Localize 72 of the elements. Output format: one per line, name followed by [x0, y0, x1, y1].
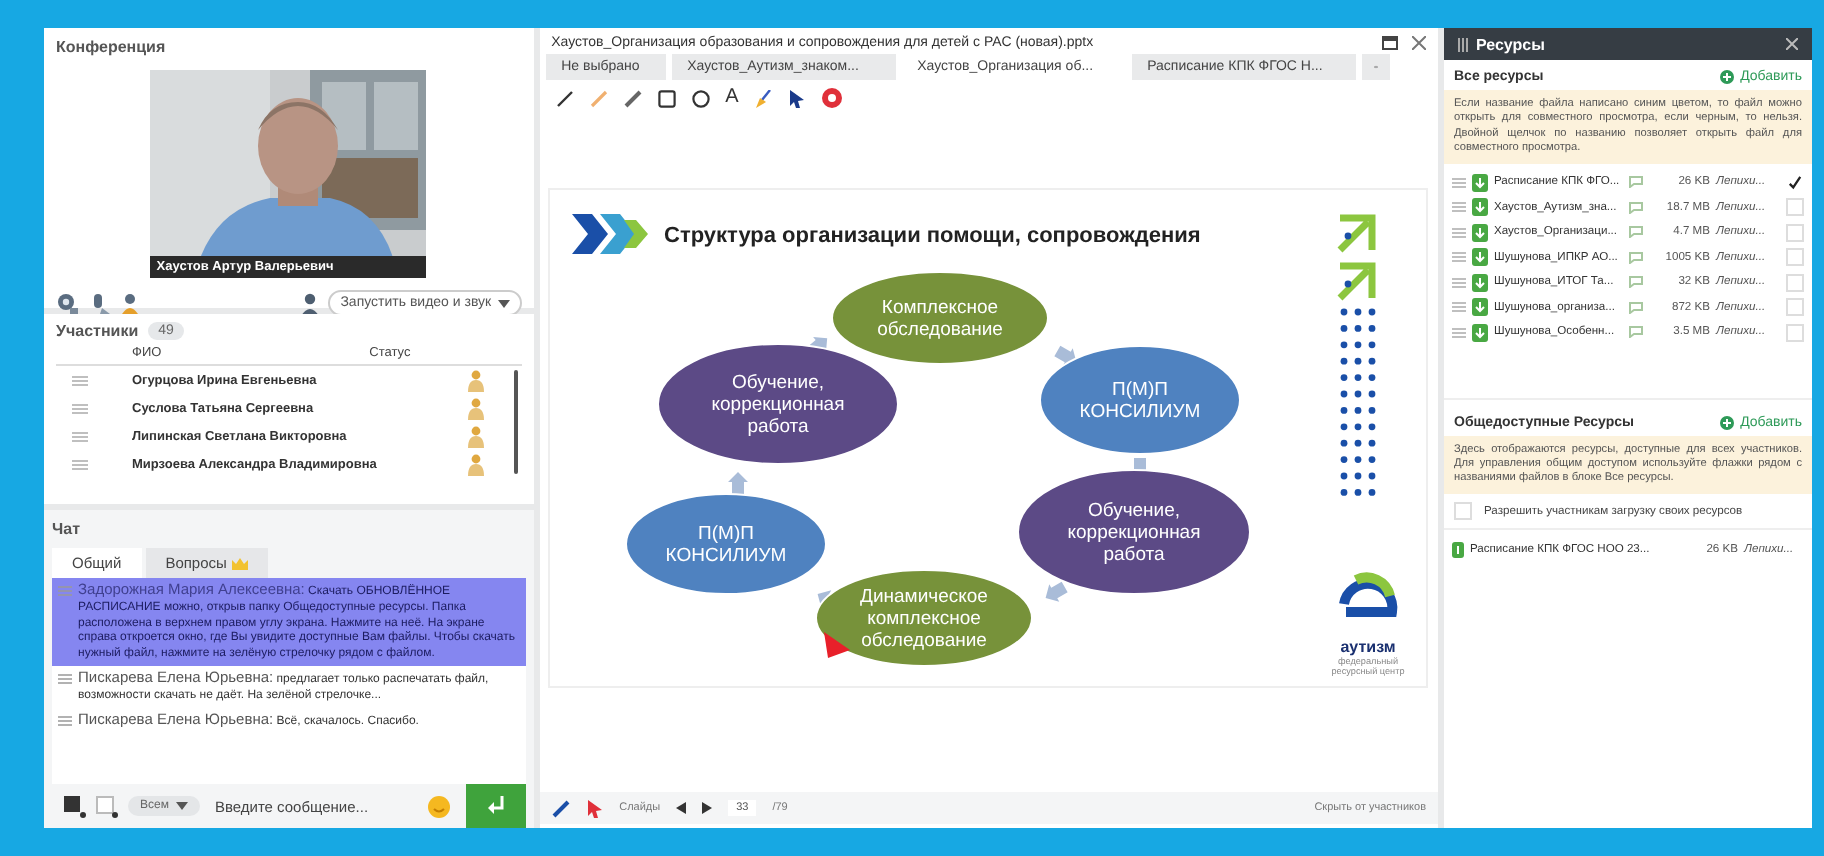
arrow — [728, 472, 749, 494]
drag-handle-icon[interactable] — [1452, 252, 1466, 263]
logo-text: аутизм — [1341, 638, 1397, 656]
rectangle-tool-icon[interactable] — [657, 89, 676, 107]
drag-handle-icon[interactable] — [1452, 202, 1466, 213]
pen-icon[interactable] — [551, 799, 570, 817]
download-icon[interactable] — [1472, 198, 1488, 217]
person-status-icon — [468, 369, 484, 391]
download-icon[interactable] — [1472, 173, 1488, 192]
message-icon — [58, 586, 72, 596]
enter-icon — [485, 796, 506, 816]
stop-icon[interactable] — [822, 88, 843, 108]
send-button[interactable] — [465, 784, 526, 828]
node-label: П(М)П КОНСИЛИУМ — [1080, 379, 1201, 424]
download-icon[interactable] — [1472, 248, 1488, 267]
panel-title: Участники — [56, 322, 139, 340]
webcam-icon[interactable] — [56, 291, 80, 315]
download-icon[interactable] — [1452, 541, 1464, 558]
node-label: П(М)П КОНСИЛИУМ — [666, 523, 787, 568]
download-icon[interactable] — [1472, 273, 1488, 292]
download-icon[interactable] — [1472, 323, 1488, 342]
arrow — [1046, 581, 1069, 602]
pointer-icon[interactable] — [788, 89, 807, 107]
square-icon[interactable] — [64, 795, 86, 817]
drag-handle-icon[interactable] — [1452, 177, 1466, 188]
circle-tool-icon[interactable] — [691, 89, 710, 107]
person-status-icon — [468, 453, 484, 475]
square-icon[interactable] — [96, 795, 118, 817]
drag-handle-icon[interactable] — [72, 459, 88, 469]
previous-icon[interactable] — [676, 802, 687, 814]
download-icon[interactable] — [1472, 298, 1488, 317]
plus-circle-icon — [1720, 70, 1735, 84]
panel-title: Ресурсы — [1476, 35, 1545, 53]
close-icon[interactable] — [1786, 38, 1798, 50]
drag-handle-icon[interactable] — [1452, 277, 1466, 288]
grip-icon — [1458, 37, 1468, 51]
chevrons-logo-icon — [572, 214, 649, 254]
scrollbar[interactable] — [513, 370, 518, 474]
drag-handle-icon[interactable] — [72, 375, 88, 385]
microphone-icon[interactable] — [88, 291, 112, 315]
next-icon[interactable] — [702, 802, 713, 814]
node-label: Обучение, коррекционная работа — [1068, 500, 1202, 567]
node-label: Комплексное обследование — [877, 297, 1004, 342]
person-status-icon — [468, 425, 484, 447]
drag-handle-icon[interactable] — [72, 431, 88, 441]
drag-handle-icon[interactable] — [1452, 327, 1466, 338]
person-status-icon — [468, 397, 484, 419]
crown-icon — [232, 557, 249, 569]
slide-title: Структура организации помощи, сопровождения — [664, 224, 1202, 248]
node-label: Обучение, коррекционная работа — [712, 372, 846, 439]
close-icon[interactable] — [1412, 36, 1426, 50]
plus-circle-icon — [1720, 415, 1735, 430]
pointer-cursor-icon — [824, 632, 851, 658]
panel-title: Конференция — [56, 38, 168, 56]
message-icon — [58, 673, 72, 684]
drag-handle-icon[interactable] — [1452, 302, 1466, 313]
line-tool-icon[interactable] — [555, 89, 574, 107]
drag-handle-icon[interactable] — [72, 403, 88, 413]
caret-icon — [176, 802, 189, 810]
brush-icon[interactable] — [754, 89, 773, 107]
pencil-icon[interactable] — [623, 89, 642, 107]
download-icon[interactable] — [1472, 223, 1488, 242]
message-icon — [58, 715, 72, 726]
autism-logo-icon — [1339, 572, 1398, 617]
text-tool[interactable]: A — [725, 88, 739, 108]
drag-handle-icon[interactable] — [1452, 227, 1466, 238]
maximize-icon[interactable] — [1382, 36, 1398, 50]
user-icon[interactable] — [120, 291, 144, 315]
caret-icon — [497, 299, 510, 307]
node-label: Динамическое комплексное обследование — [860, 586, 989, 653]
smiley-icon[interactable] — [428, 795, 451, 817]
panel-title: Чат — [52, 520, 82, 538]
